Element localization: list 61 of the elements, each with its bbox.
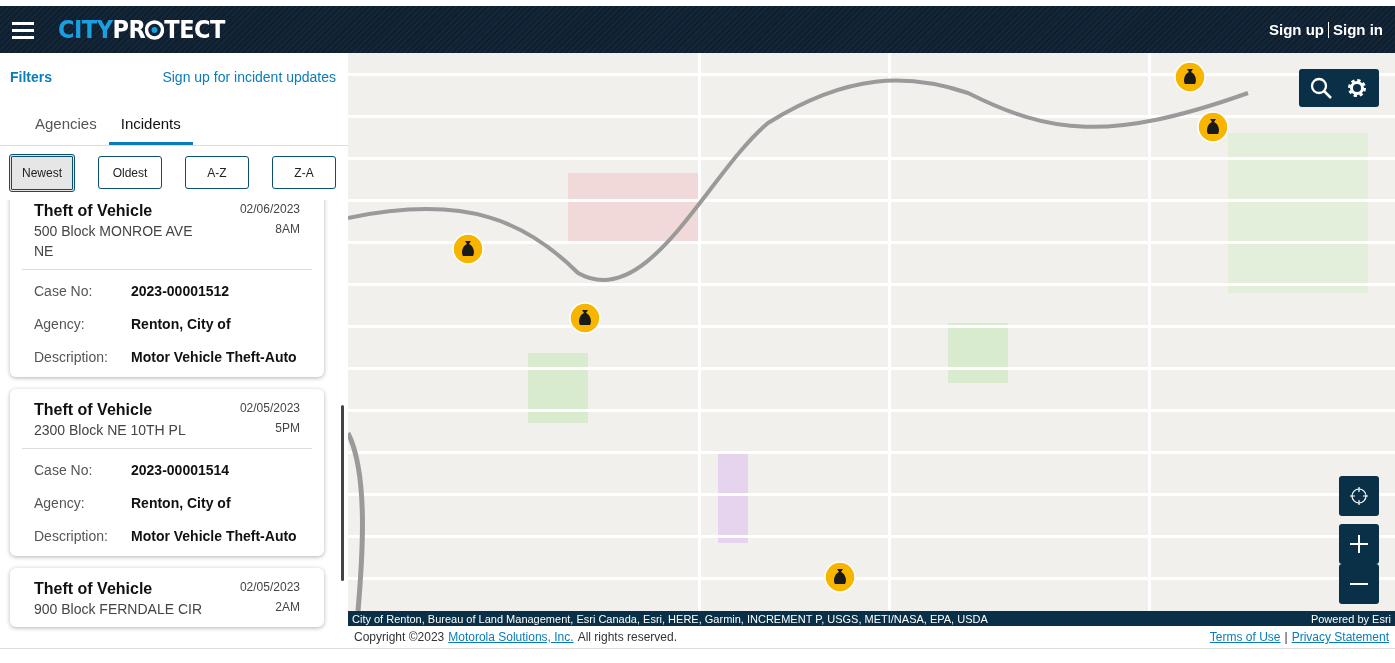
scrollbar[interactable] [341,405,344,581]
field-value: Motor Vehicle Theft-Auto [131,527,298,544]
sort-button[interactable]: A-Z [185,156,249,189]
tab[interactable]: Agencies [23,115,109,145]
field-label: Agency: [34,315,86,332]
incident-title: Theft of Vehicle [34,202,154,220]
field-value: Renton, City of [131,315,232,332]
company-link[interactable]: Motorola Solutions, Inc. [448,630,574,644]
money-bag-marker-icon[interactable] [1174,61,1206,93]
attribution-text: City of Renton, Bureau of Land Management, Esri Canada, Esri, HERE, Garmin, INCREMENT P, USGS, METI/NASA, EPA, USDA [352,612,988,625]
sort-button[interactable]: Oldest [98,156,162,189]
field-label: Description: [34,527,109,544]
incident-date: 02/05/2023 [239,401,300,415]
zoom-in-button[interactable] [1339,524,1379,564]
money-bag-marker-icon[interactable] [1197,111,1229,143]
sign-up-link[interactable]: Sign up [1269,21,1324,38]
link-separator: | [1284,630,1288,644]
incident-time: 8AM [275,222,300,236]
crosshair-icon [1349,486,1369,506]
filters-link[interactable]: Filters [10,69,52,101]
money-bag-marker-icon[interactable] [452,233,484,265]
incident-time: 5PM [275,421,300,435]
settings-icon[interactable] [1346,77,1368,99]
rights-text: All rights reserved. [577,630,677,644]
incident-title: Theft of Vehicle [34,580,154,598]
locate-button[interactable] [1339,476,1379,516]
money-bag-marker-icon[interactable] [824,561,856,593]
money-bag-marker-icon[interactable] [569,302,601,334]
incident-updates-link[interactable]: Sign up for incident updates [162,69,336,101]
powered-by-text: Powered by Esri [1310,612,1391,625]
zoom-out-button[interactable] [1339,564,1379,604]
field-value: 2023-00001514 [131,461,231,478]
incident-card[interactable]: Theft of Vehicle 500 Block MONROE AVE NE 02/06/2023 8AM Case No: 2023-00001512 Agency: Renton, City of Description: Motor Vehicle Theft-Auto [10,200,324,377]
incident-address: 500 Block MONROE AVE NE [34,222,194,261]
incident-date: 02/05/2023 [239,580,300,594]
incident-time: 2AM [275,600,300,614]
terms-link[interactable]: Terms of Use [1209,630,1281,644]
search-icon[interactable] [1310,77,1332,99]
field-label: Description: [34,348,109,365]
minus-icon [1350,583,1368,585]
incident-card[interactable]: Theft of Vehicle 2300 Block NE 10TH PL 02/05/2023 5PM Case No: 2023-00001514 Agency: Renton, City of Description: Motor Vehicle Theft-Auto [10,389,324,556]
incident-card[interactable]: Theft of Vehicle 900 Block FERNDALE CIR 02/05/2023 2AM [10,568,324,627]
copyright-text: Copyright ©2023 [354,630,445,644]
incident-title: Theft of Vehicle [34,401,154,419]
field-label: Case No: [34,282,94,299]
field-value: Renton, City of [131,494,232,511]
incident-address: 900 Block FERNDALE CIR [34,600,204,619]
plus-icon [1349,534,1369,554]
field-value: 2023-00001512 [131,282,231,299]
field-label: Agency: [34,494,86,511]
tab[interactable]: Incidents [108,115,193,145]
sort-button[interactable]: Newest [9,154,75,192]
privacy-link[interactable]: Privacy Statement [1291,630,1389,644]
menu-icon[interactable] [12,20,34,39]
sort-button[interactable]: Z-A [272,156,336,189]
sign-in-link[interactable]: Sign in [1333,21,1383,38]
field-label: Case No: [34,461,94,478]
incident-address: 2300 Block NE 10TH PL [34,421,187,440]
field-value: Motor Vehicle Theft-Auto [131,348,298,365]
logo: CITYPR TECT [58,15,225,44]
incident-date: 02/06/2023 [239,202,300,216]
